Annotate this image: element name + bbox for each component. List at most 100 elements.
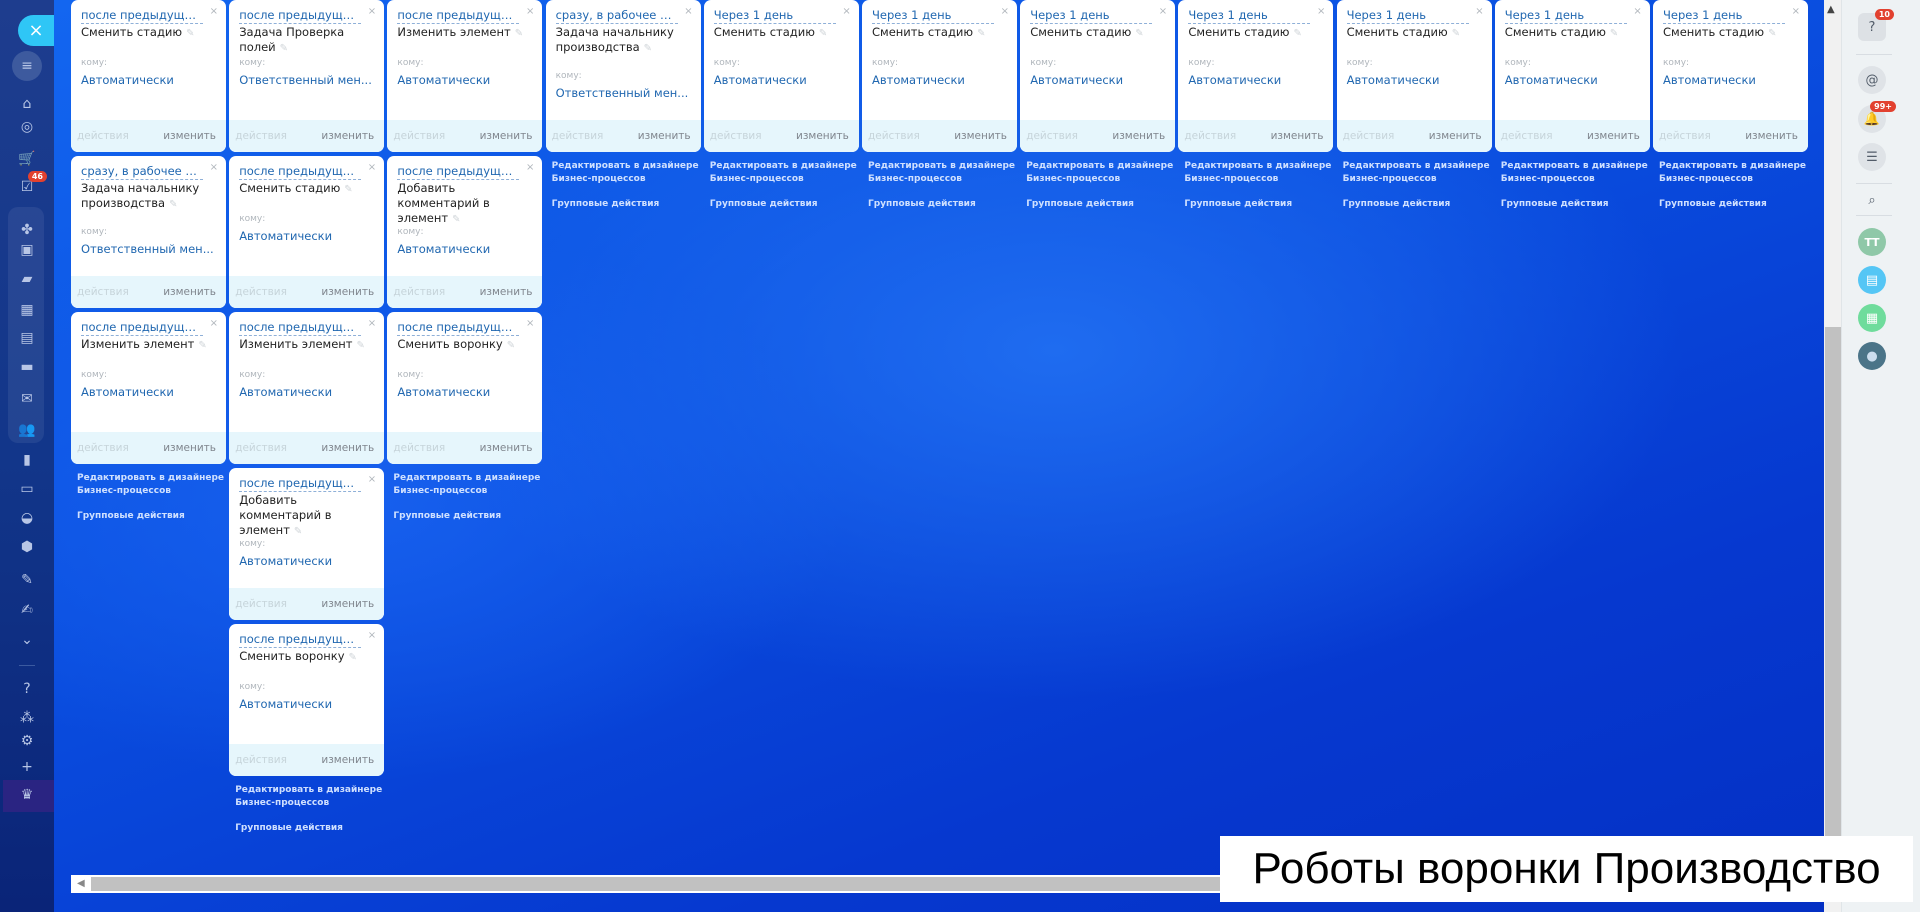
robot-card[interactable]: сразу, в рабочее врем... × Задача начальни… <box>71 156 226 308</box>
sidebar-chevron-down-button[interactable]: ⌄ <box>15 630 39 650</box>
robot-responsible-link[interactable]: Автоматически <box>239 229 332 243</box>
edit-in-bp-designer-link[interactable]: Редактировать в дизайнере Бизнес-процесс… <box>77 472 232 498</box>
robot-condition-link[interactable]: Через 1 день <box>1346 8 1469 24</box>
robot-responsible-link[interactable]: Автоматически <box>397 385 490 399</box>
edit-in-bp-designer-link[interactable]: Редактировать в дизайнере Бизнес-процесс… <box>1026 160 1181 186</box>
edit-title-pencil-icon[interactable]: ✎ <box>344 184 352 195</box>
robot-edit-button[interactable]: изменить <box>480 286 533 298</box>
sidebar-forms-button[interactable]: ▣ <box>15 240 39 260</box>
robot-responsible-link[interactable]: Автоматически <box>397 242 490 256</box>
robot-edit-button[interactable]: изменить <box>638 130 691 142</box>
edit-in-bp-designer-link[interactable]: Редактировать в дизайнере Бизнес-процесс… <box>1343 160 1498 186</box>
remove-robot-icon[interactable]: × <box>368 474 376 485</box>
user-avatar[interactable]: ● <box>1858 342 1886 370</box>
open-channel-avatar[interactable]: ▤ <box>1858 266 1886 294</box>
robot-condition-link[interactable]: после предыдущего <box>239 476 362 492</box>
remove-robot-icon[interactable]: × <box>684 6 692 17</box>
edit-in-bp-designer-link[interactable]: Редактировать в дизайнере Бизнес-процесс… <box>710 160 865 186</box>
remove-robot-icon[interactable]: × <box>368 6 376 17</box>
robot-condition-link[interactable]: после предыдущего <box>397 164 520 180</box>
edit-title-pencil-icon[interactable]: ✎ <box>186 28 194 39</box>
robot-condition-link[interactable]: после предыдущего <box>239 632 362 648</box>
remove-robot-icon[interactable]: × <box>368 162 376 173</box>
edit-title-pencil-icon[interactable]: ✎ <box>452 214 460 225</box>
remove-robot-icon[interactable]: × <box>210 6 218 17</box>
search-button[interactable]: ⌕ <box>1858 186 1886 214</box>
vertical-scrollbar[interactable]: ▲ <box>1824 0 1841 912</box>
robot-condition-link[interactable]: Через 1 день <box>1030 8 1153 24</box>
sidebar-crown-button[interactable]: ♛ <box>15 785 39 805</box>
group-actions-link[interactable]: Групповые действия <box>1501 198 1656 211</box>
robot-edit-button[interactable]: изменить <box>1271 130 1324 142</box>
robot-condition-link[interactable]: после предыдущего <box>81 320 203 336</box>
robot-responsible-link[interactable]: Автоматически <box>1663 73 1756 87</box>
sidebar-help-button[interactable]: ? <box>15 679 39 699</box>
robot-responsible-link[interactable]: Автоматически <box>239 554 332 568</box>
group-actions-link[interactable]: Групповые действия <box>393 510 548 523</box>
remove-robot-icon[interactable]: × <box>526 162 534 173</box>
robot-condition-link[interactable]: после предыдущего, п... <box>239 164 362 180</box>
edit-in-bp-designer-link[interactable]: Редактировать в дизайнере Бизнес-процесс… <box>1184 160 1339 186</box>
robot-card[interactable]: Через 1 день × Сменить стадию ✎ кому: Автомат… <box>1336 0 1492 152</box>
edit-title-pencil-icon[interactable]: ✎ <box>198 340 206 351</box>
robot-condition-link[interactable]: после предыдущего <box>397 320 520 336</box>
notifications-button[interactable]: 🔔 99+ <box>1858 101 1896 133</box>
robot-edit-button[interactable]: изменить <box>321 130 374 142</box>
edit-in-bp-designer-link[interactable]: Редактировать в дизайнере Бизнес-процесс… <box>552 160 707 186</box>
robot-responsible-link[interactable]: Автоматически <box>81 385 174 399</box>
sidebar-people-button[interactable]: 👥 <box>15 420 39 440</box>
robot-condition-link[interactable]: Через 1 день <box>1188 8 1311 24</box>
robot-card[interactable]: Через 1 день × Сменить стадию ✎ кому: Автомат… <box>1494 0 1650 152</box>
remove-robot-icon[interactable]: × <box>210 162 218 173</box>
group-actions-link[interactable]: Групповые действия <box>1343 198 1498 211</box>
edit-title-pencil-icon[interactable]: ✎ <box>819 28 827 39</box>
edit-in-bp-designer-link[interactable]: Редактировать в дизайнере Бизнес-процесс… <box>1659 160 1814 186</box>
remove-robot-icon[interactable]: × <box>1159 6 1167 17</box>
scroll-left-arrow-icon[interactable]: ◀ <box>77 878 85 889</box>
group-actions-link[interactable]: Групповые действия <box>552 198 707 211</box>
robot-card[interactable]: после предыдущего × Добавить комментарий в… <box>387 156 543 308</box>
edit-title-pencil-icon[interactable]: ✎ <box>294 526 302 537</box>
avatar-tt[interactable]: ТТ <box>1858 228 1886 256</box>
robot-card[interactable]: после предыдущего × Изменить элемент ✎ кому:… <box>71 312 226 464</box>
robot-card[interactable]: Через 1 день × Сменить стадию ✎ кому: Автомат… <box>862 0 1017 152</box>
edit-title-pencil-icon[interactable]: ✎ <box>1135 28 1143 39</box>
sidebar-sites-button[interactable]: ✤ <box>15 220 39 240</box>
sidebar-cart-button[interactable]: 🛒 <box>15 149 39 169</box>
edit-title-pencil-icon[interactable]: ✎ <box>357 340 365 351</box>
robot-card[interactable]: после предыдущего × Сменить воронку ✎ кому: А… <box>229 624 385 776</box>
robot-card[interactable]: Через 1 день × Сменить стадию ✎ кому: Автомат… <box>703 0 859 152</box>
remove-robot-icon[interactable]: × <box>368 630 376 641</box>
robot-condition-link[interactable]: Через 1 день <box>713 8 836 24</box>
edit-title-pencil-icon[interactable]: ✎ <box>280 43 288 54</box>
robot-condition-link[interactable]: Через 1 день <box>872 8 994 24</box>
edit-title-pencil-icon[interactable]: ✎ <box>515 28 523 39</box>
robot-edit-button[interactable]: изменить <box>1587 130 1640 142</box>
robot-card[interactable]: после предыдущего × Сменить воронку ✎ кому: А… <box>387 312 543 464</box>
sidebar-structure-button[interactable]: ⁂ <box>15 708 39 728</box>
close-slider-button[interactable]: × <box>18 15 54 46</box>
sidebar-signature-button[interactable]: ✍ <box>15 600 39 620</box>
sidebar-filter-button[interactable]: ≡ <box>12 51 42 81</box>
copilot-button[interactable]: @ <box>1858 66 1886 94</box>
news-avatar[interactable]: ▦ <box>1858 304 1886 332</box>
sidebar-gear-button[interactable]: ⚙ <box>15 731 39 751</box>
robot-condition-link[interactable]: после предыдущего <box>239 320 362 336</box>
group-actions-link[interactable]: Групповые действия <box>868 198 1023 211</box>
sidebar-contact-card-button[interactable]: ▭ <box>15 479 39 499</box>
remove-robot-icon[interactable]: × <box>526 318 534 329</box>
robot-card[interactable]: после предыдущего, п... × Сменить стадию✎ к… <box>71 0 226 152</box>
robot-responsible-link[interactable]: Автоматически <box>872 73 965 87</box>
robot-card[interactable]: сразу, в рабочее врем... × Задача начальни… <box>545 0 701 152</box>
robot-edit-button[interactable]: изменить <box>321 442 374 454</box>
robot-responsible-link[interactable]: Ответственный мен... <box>239 73 372 87</box>
sidebar-document-button[interactable]: ▤ <box>15 328 39 348</box>
robot-responsible-link[interactable]: Автоматически <box>1505 73 1598 87</box>
robot-condition-link[interactable]: после предыдущего, п... <box>81 8 203 24</box>
edit-in-bp-designer-link[interactable]: Редактировать в дизайнере Бизнес-процесс… <box>1501 160 1656 186</box>
robot-card[interactable]: после предыдущего × Изменить элемент ✎ кому:… <box>229 312 385 464</box>
messenger-button[interactable]: ☰ <box>1858 143 1886 171</box>
robot-card[interactable]: Через 1 день × Сменить стадию ✎ кому: Автомат… <box>1653 0 1808 152</box>
group-actions-link[interactable]: Групповые действия <box>710 198 865 211</box>
sidebar-home-button[interactable]: ⌂ <box>15 94 39 114</box>
